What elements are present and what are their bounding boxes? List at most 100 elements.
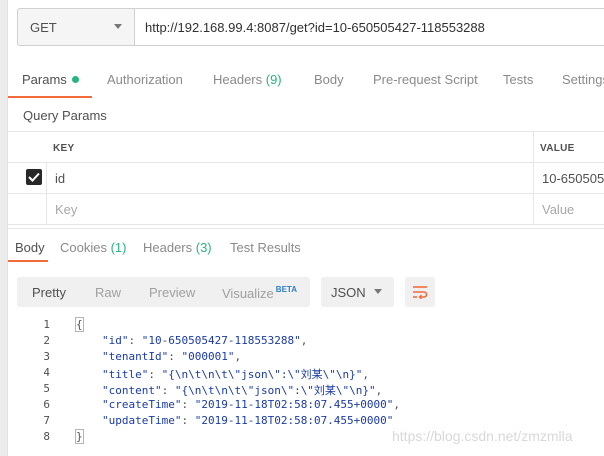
tab-cookies-count: (1) [110, 240, 127, 255]
json-separator: : [181, 398, 195, 411]
json-line: "tenantId": "000001", [102, 350, 241, 363]
line-number: 8 [43, 430, 50, 443]
json-key: "updateTime" [102, 414, 182, 427]
param-value-cell[interactable]: 10-650505427-118553288 [542, 171, 604, 186]
tab-response-body[interactable]: Body [15, 240, 45, 255]
pretty-button[interactable]: Pretty [32, 285, 66, 300]
json-key: "createTime" [102, 398, 182, 411]
format-label: JSON [331, 285, 366, 300]
json-value: "2019-11-18T02:58:07.455+0000" [194, 398, 394, 411]
tab-test-results[interactable]: Test Results [230, 240, 301, 255]
url-input[interactable]: http://192.168.99.4:8087/get?id=10-65050… [134, 8, 604, 46]
tab-tests[interactable]: Tests [503, 72, 533, 87]
json-comma: , [362, 368, 370, 381]
json-comma: , [300, 334, 308, 347]
json-line: "content": "{\n\t\n\t\"json\":\"刘某\"\n}"… [102, 382, 382, 398]
tab-settings[interactable]: Settings [562, 72, 604, 87]
table-divider [8, 162, 604, 163]
params-active-dot-icon [71, 76, 79, 83]
json-separator: : [148, 368, 162, 381]
json-line: "title": "{\n\t\n\t\"json\":\"刘某\"\n}", [102, 366, 369, 382]
raw-button[interactable]: Raw [95, 285, 121, 300]
tab-params[interactable]: Params [22, 72, 79, 87]
line-number: 3 [43, 350, 50, 363]
tab-pre-request-script-label: Pre-request Script [373, 72, 478, 87]
tab-headers-label: Headers [213, 72, 266, 87]
visualize-button[interactable]: Visualize BETA [222, 285, 297, 301]
tab-params-label: Params [22, 72, 67, 87]
tab-body-label: Body [314, 72, 344, 87]
param-key-cell[interactable]: id [55, 171, 65, 186]
line-number: 4 [43, 366, 50, 379]
table-divider [8, 224, 604, 225]
json-comma: , [234, 350, 242, 363]
query-params-title: Query Params [23, 108, 107, 123]
json-value: "10-650505427-118553288" [141, 334, 301, 347]
watermark: https://blog.csdn.net/zmzmlla [392, 428, 573, 444]
tab-authorization-label: Authorization [107, 72, 183, 87]
json-close-brace: } [75, 429, 84, 444]
tab-test-results-label: Test Results [230, 240, 301, 255]
json-value: "{\n\t\n\t\"json\":\"刘某\"\n}" [161, 368, 363, 381]
section-divider [8, 228, 604, 229]
method-label: GET [30, 19, 57, 35]
line-number: 7 [43, 414, 50, 427]
tab-authorization[interactable]: Authorization [107, 72, 183, 87]
view-mode-group: Pretty Raw Preview Visualize BETA [17, 277, 310, 307]
active-tab-indicator [8, 260, 48, 262]
json-comma: , [393, 398, 401, 411]
format-select[interactable]: JSON [321, 277, 394, 307]
json-separator: : [168, 350, 182, 363]
json-separator: : [161, 384, 175, 397]
json-key: "id" [102, 334, 129, 347]
table-divider [8, 193, 604, 194]
tab-body[interactable]: Body [314, 72, 344, 87]
json-line: "createTime": "2019-11-18T02:58:07.455+0… [102, 398, 400, 411]
visualize-label: Visualize [222, 286, 274, 301]
json-line: "updateTime": "2019-11-18T02:58:07.455+0… [102, 414, 393, 427]
line-number: 6 [43, 398, 50, 411]
param-enabled-checkbox[interactable] [26, 169, 42, 185]
json-value: "{\n\t\n\t\"json\":\"刘某\"\n}" [174, 384, 376, 397]
new-key-input[interactable]: Key [55, 202, 77, 217]
method-select[interactable]: GET [17, 8, 134, 46]
tab-headers[interactable]: Headers (9) [213, 72, 282, 87]
json-separator: : [128, 334, 142, 347]
json-value: "2019-11-18T02:58:07.455+0000" [194, 414, 394, 427]
tab-settings-label: Settings [562, 72, 604, 87]
request-tabs: Params Authorization Headers (9) Body Pr… [8, 62, 604, 98]
json-separator: : [181, 414, 195, 427]
json-key: "tenantId" [102, 350, 169, 363]
wrap-lines-button[interactable] [405, 277, 435, 307]
table-divider [46, 162, 47, 224]
line-number: 5 [43, 382, 50, 395]
tab-response-headers[interactable]: Headers (3) [143, 240, 212, 255]
tab-response-headers-label: Headers [143, 240, 196, 255]
left-sidebar-edge [0, 0, 8, 456]
tab-headers-count: (9) [265, 72, 282, 87]
new-value-input[interactable]: Value [542, 202, 574, 217]
chevron-down-icon [374, 289, 382, 294]
json-line: "id": "10-650505427-118553288", [102, 334, 307, 347]
line-number: 2 [43, 334, 50, 347]
json-open-brace: { [75, 317, 84, 332]
json-value: "000001" [181, 350, 235, 363]
active-tab-indicator [8, 96, 92, 98]
checkmark-icon [28, 172, 40, 182]
line-number: 1 [43, 318, 50, 331]
json-comma: , [375, 384, 383, 397]
table-divider [8, 131, 604, 132]
tab-cookies[interactable]: Cookies (1) [60, 240, 126, 255]
json-key: "content" [102, 384, 162, 397]
table-divider [533, 131, 534, 224]
chevron-down-icon [114, 24, 122, 29]
tab-pre-request-script[interactable]: Pre-request Script [373, 72, 478, 87]
tab-response-headers-count: (3) [195, 240, 212, 255]
wrap-lines-icon [413, 286, 428, 299]
preview-button[interactable]: Preview [149, 285, 195, 300]
tab-cookies-label: Cookies [60, 240, 111, 255]
json-key: "title" [102, 368, 149, 381]
tab-tests-label: Tests [503, 72, 534, 87]
column-header-key: KEY [53, 143, 75, 154]
beta-badge: BETA [275, 285, 297, 294]
